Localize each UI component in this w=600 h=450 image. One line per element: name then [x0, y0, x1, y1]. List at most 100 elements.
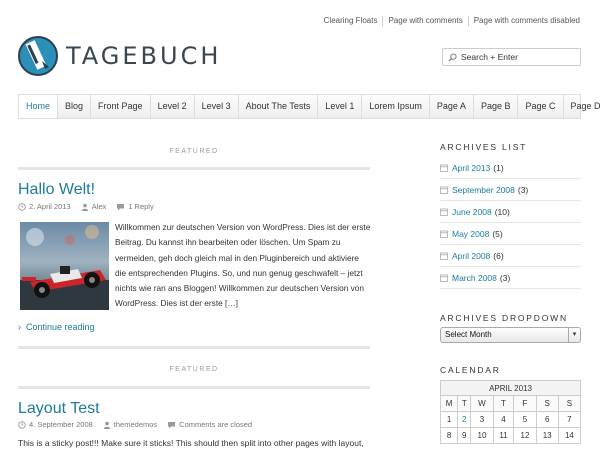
divider: [18, 346, 370, 349]
post-author-text: Alex: [91, 202, 107, 211]
archive-link[interactable]: April 2008: [452, 251, 490, 261]
post-date-text: 4. September 2008: [29, 420, 93, 429]
archive-link[interactable]: May 2008: [452, 229, 489, 239]
top-nav-link-page-comments-disabled[interactable]: Page with comments disabled: [467, 16, 580, 26]
post-date[interactable]: 2. April 2013: [18, 202, 71, 211]
calendar-day: 1: [439, 411, 459, 428]
archive-link[interactable]: September 2008: [452, 185, 515, 195]
chevron-right-icon: ›: [18, 322, 21, 332]
calendar-day: 5: [513, 411, 537, 428]
post-author[interactable]: Alex: [81, 202, 107, 211]
search-placeholder: Search + Enter: [461, 52, 518, 62]
calendar-weekday: S: [557, 395, 582, 412]
archive-count: (3): [499, 272, 511, 283]
calendar-icon: [440, 208, 448, 216]
site-logo[interactable]: TAGEBUCH: [18, 36, 221, 76]
calendar-day: 12: [513, 427, 537, 444]
calendar-icon: [440, 252, 448, 260]
post-meta: 4. September 2008 themedemos Comments ar…: [18, 420, 262, 429]
archive-item: September 2008 (3): [440, 179, 581, 201]
divider: [18, 167, 370, 170]
archive-count: (3): [517, 184, 529, 195]
archive-link[interactable]: June 2008: [452, 207, 492, 217]
nav-item-blog[interactable]: Blog: [58, 95, 92, 118]
post-comments-text: 1 Reply: [128, 202, 154, 211]
nav-item-page-b[interactable]: Page B: [474, 95, 519, 118]
calendar-weekday: F: [513, 395, 537, 412]
post-comments-status: Comments are closed: [167, 420, 252, 429]
nav-item-page-a[interactable]: Page A: [430, 95, 474, 118]
post-date-text: 2. April 2013: [29, 202, 71, 211]
nav-item-level-3[interactable]: Level 3: [195, 95, 239, 118]
nav-item-page-c[interactable]: Page C: [518, 95, 564, 118]
archives-list: April 2013 (1) September 2008 (3) June 2…: [440, 157, 581, 289]
calendar-weekday: S: [535, 395, 559, 412]
nav-item-home[interactable]: Home: [19, 95, 59, 118]
post-author-text: themedemos: [113, 420, 158, 429]
archives-month-select[interactable]: Select Month ▾: [440, 327, 581, 343]
calendar-icon: [440, 186, 448, 194]
post-thumbnail[interactable]: [20, 222, 109, 310]
archive-count: (1): [493, 162, 504, 173]
calendar-day: 14: [557, 427, 582, 444]
continue-reading-text: Continue reading: [26, 322, 95, 332]
nav-item-level-2[interactable]: Level 2: [151, 95, 195, 118]
calendar-day: 9: [457, 427, 472, 444]
comment-icon: [168, 421, 176, 428]
nav-item-lorem-ipsum[interactable]: Lorem Ipsum: [362, 95, 430, 118]
calendar-widget: APRIL 2013 M T W T F S S 1 2 3 4 5 6 7 8…: [439, 380, 582, 444]
post-date[interactable]: 4. September 2008: [18, 420, 93, 429]
calendar-day-link[interactable]: 2: [457, 411, 472, 428]
post-title[interactable]: Layout Test: [18, 400, 100, 418]
divider: [18, 386, 370, 389]
top-nav-link-clearing-floats[interactable]: Clearing Floats: [319, 16, 383, 26]
continue-reading-link[interactable]: › Continue reading: [18, 322, 95, 332]
archives-dropdown-title: ARCHIVES DROPDOWN: [440, 313, 568, 323]
search-input[interactable]: Search + Enter: [442, 48, 581, 66]
archive-item: May 2008 (5): [440, 223, 581, 245]
archive-count: (5): [492, 228, 503, 239]
calendar-icon: [440, 274, 448, 282]
post-comments-link[interactable]: 1 Reply: [116, 202, 154, 211]
calendar-icon: [440, 164, 448, 172]
calendar-weekday: T: [492, 395, 515, 412]
archive-item: April 2013 (1): [440, 157, 581, 179]
post-excerpt: Willkommen zur deutschen Version von Wor…: [115, 222, 371, 309]
clock-icon: [18, 202, 26, 211]
top-utility-nav: Clearing Floats Page with comments Page …: [319, 16, 580, 26]
calendar-icon: [440, 230, 448, 238]
user-icon: [81, 203, 88, 211]
select-value: Select Month: [445, 330, 492, 339]
archive-item: April 2008 (6): [440, 245, 581, 267]
calendar-title: CALENDAR: [440, 365, 501, 375]
clock-icon: [18, 420, 26, 429]
logo-icon: [18, 36, 58, 76]
calendar-day: 8: [439, 427, 459, 444]
site-title: TAGEBUCH: [66, 42, 222, 70]
user-icon: [103, 421, 110, 429]
post-title[interactable]: Hallo Welt!: [18, 181, 95, 199]
calendar-weekday: W: [470, 395, 494, 412]
calendar-weekday: M: [439, 395, 459, 412]
nav-item-level-1[interactable]: Level 1: [318, 95, 363, 118]
post-author[interactable]: themedemos: [103, 420, 157, 429]
calendar-weekday: T: [457, 395, 472, 412]
top-nav-link-page-with-comments[interactable]: Page with comments: [382, 16, 467, 26]
calendar-day: 13: [535, 427, 559, 444]
archive-count: (6): [493, 250, 504, 261]
calendar-day: 6: [535, 411, 559, 428]
nav-item-front-page[interactable]: Front Page: [91, 95, 151, 118]
archive-link[interactable]: March 2008: [452, 273, 497, 283]
chevron-down-icon: ▾: [568, 328, 580, 342]
archives-list-title: ARCHIVES LIST: [440, 142, 528, 152]
featured-label: FEATURED: [169, 148, 219, 155]
featured-label: FEATURED: [169, 366, 219, 373]
archive-item: June 2008 (10): [440, 201, 581, 223]
calendar-day: 3: [470, 411, 494, 428]
nav-item-about-the-tests[interactable]: About The Tests: [239, 95, 319, 118]
archive-link[interactable]: April 2013: [452, 163, 490, 173]
nav-item-page-d[interactable]: Page D: [564, 95, 600, 118]
search-icon: [448, 52, 457, 61]
calendar-caption: APRIL 2013: [440, 380, 581, 395]
post-meta: 2. April 2013 Alex 1 Reply: [18, 202, 164, 211]
